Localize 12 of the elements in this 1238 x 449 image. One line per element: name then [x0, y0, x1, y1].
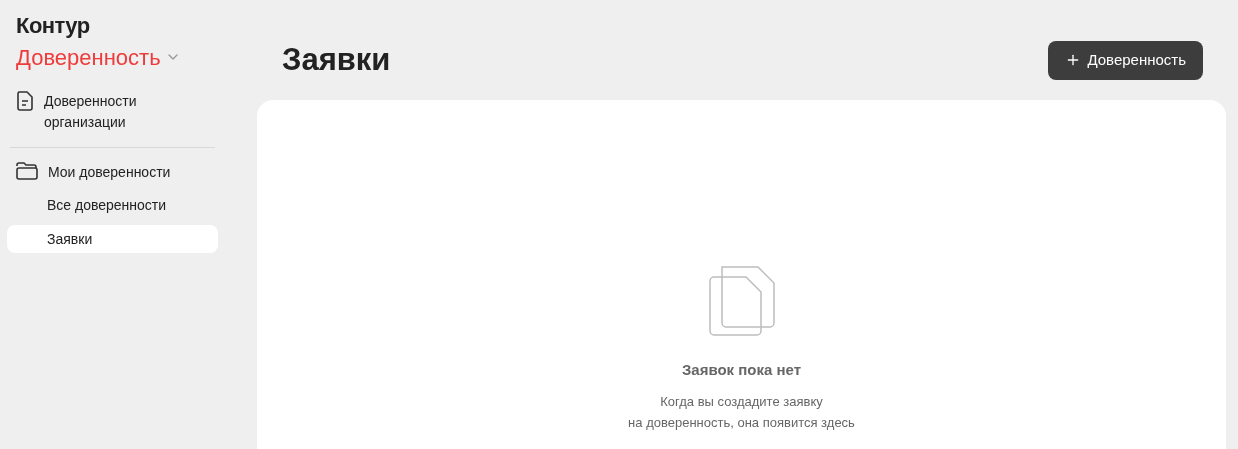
- documents-icon: [707, 264, 776, 337]
- document-icon: [16, 91, 34, 111]
- empty-state-description: Когда вы создадите заявку на доверенность, она появится здесь: [628, 393, 855, 432]
- sidebar-item[interactable]: Мои доверенности: [10, 160, 215, 185]
- sidebar-item[interactable]: Заявки: [7, 225, 218, 253]
- new-power-of-attorney-button[interactable]: Доверенность: [1048, 40, 1203, 80]
- folder-icon: [16, 162, 38, 180]
- sidebar-item[interactable]: Все доверенности: [7, 191, 218, 219]
- empty-state-title: Заявок пока нет: [681, 359, 802, 380]
- brand-logo: Контур: [16, 12, 90, 40]
- sidebar-item[interactable]: Доверенности организации: [10, 89, 215, 135]
- page-title: Заявки: [282, 41, 391, 79]
